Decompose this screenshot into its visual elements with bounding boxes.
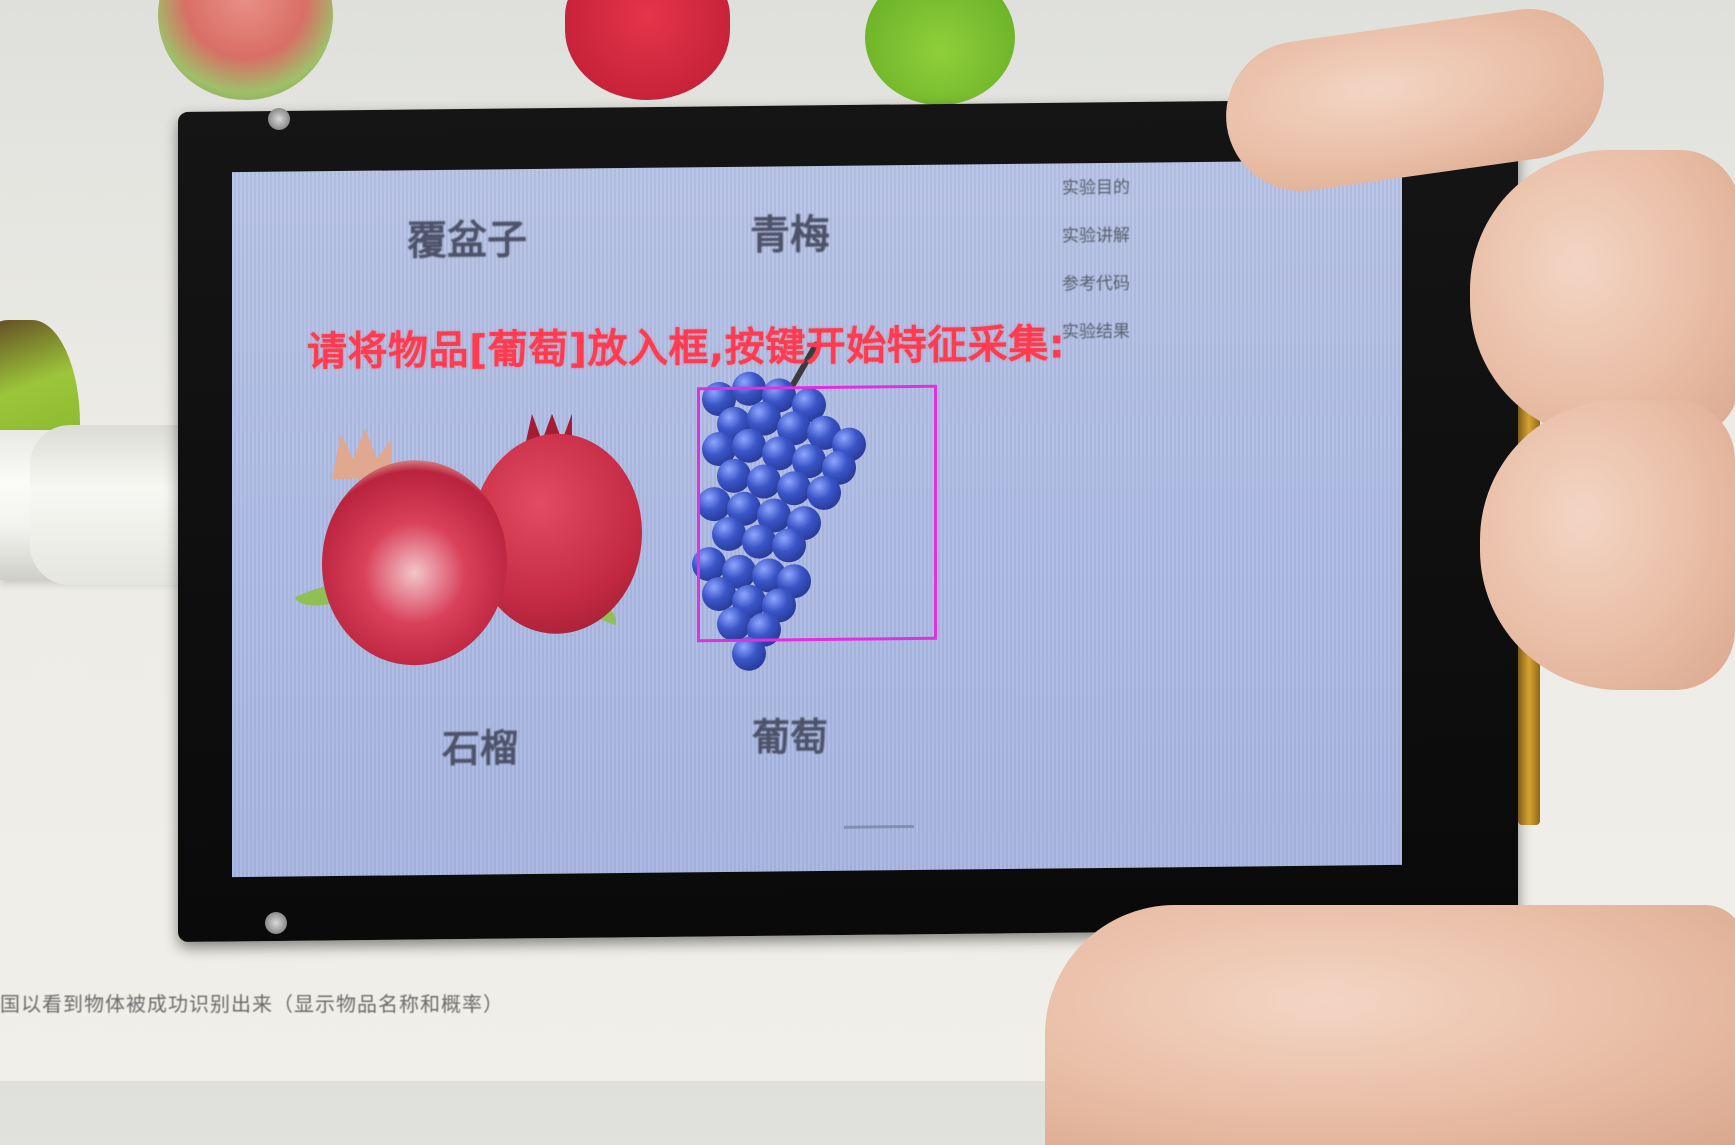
background-caption: 国以看到物体被成功识别出来（显示物品名称和概率）	[0, 992, 504, 1016]
raspberry-label: 覆盆子	[407, 217, 527, 265]
sidebar-item: 实验讲解	[1062, 225, 1130, 247]
usb-plug	[30, 425, 190, 585]
pomegranate-half	[322, 459, 507, 667]
green-plum-label: 青梅	[750, 211, 830, 259]
grape-label: 葡萄	[752, 714, 829, 760]
raspberry-image	[565, 0, 730, 100]
finger	[1470, 150, 1735, 440]
detection-box	[697, 384, 937, 643]
screen-sidebar: 实验目的 实验讲解 参考代码 实验结果	[1062, 172, 1212, 366]
finger	[1480, 400, 1735, 690]
screw-icon	[265, 912, 287, 934]
sidebar-item: 参考代码	[1062, 273, 1130, 295]
scroll-indicator	[844, 824, 914, 829]
pomegranate-label: 石榴	[442, 726, 519, 771]
sidebar-item: 实验目的	[1062, 177, 1130, 199]
screw-icon	[268, 108, 290, 130]
green-plum-image	[865, 0, 1015, 105]
sidebar-item: 实验结果	[1062, 321, 1130, 343]
thumb	[1045, 905, 1735, 1145]
guava-image	[158, 0, 333, 100]
device-screen: 覆盆子 青梅 实验目的 实验讲解 参考代码 实验结果 石榴 葡萄 请将物品[葡萄…	[232, 159, 1402, 878]
capture-prompt: 请将物品[葡萄]放入框,按键开始特征采集:	[307, 321, 1066, 376]
